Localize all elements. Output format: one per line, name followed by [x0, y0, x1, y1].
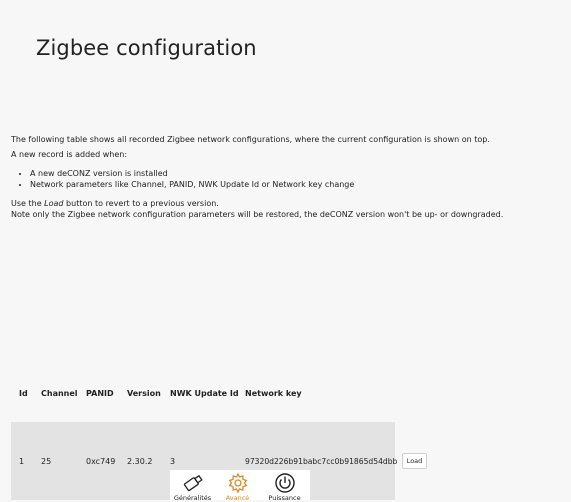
cell-version: 2.30.2: [127, 457, 153, 466]
load-button[interactable]: Load: [402, 453, 427, 469]
cell-nwk-update-id: 3: [170, 457, 176, 466]
header-nwk-update-id: NWK Update Id: [170, 389, 239, 398]
revert-load-emphasis: Load: [44, 199, 64, 208]
description-note: Note only the Zigbee network configurati…: [11, 210, 504, 219]
header-network-key: Network key: [245, 389, 302, 398]
bottom-tabbar: Généralités Avancé Puissance: [170, 470, 310, 502]
description: The following table shows all recorded Z…: [11, 134, 556, 220]
tab-generalites[interactable]: Généralités: [170, 470, 215, 502]
cell-channel: 25: [41, 457, 52, 466]
tab-label: Puissance: [268, 494, 301, 502]
list-item: A new deCONZ version is installed: [30, 168, 556, 179]
cell-id: 1: [19, 457, 25, 466]
list-item: Network parameters like Channel, PANID, …: [30, 179, 556, 190]
page-title: Zigbee configuration: [36, 36, 257, 60]
header-channel: Channel: [41, 389, 78, 398]
tab-puissance[interactable]: Puissance: [262, 470, 307, 502]
description-revert: Use the Load button to revert to a previ…: [11, 198, 556, 209]
usb-stick-icon: [183, 474, 203, 492]
cell-network-key: 97320d226b91babc7cc0b91865d54dbb: [245, 457, 398, 466]
tab-avance[interactable]: Avancé: [215, 470, 260, 502]
gear-icon: [228, 472, 247, 494]
revert-suffix: button to revert to a previous version.: [63, 199, 219, 208]
description-bullets: A new deCONZ version is installed Networ…: [11, 168, 556, 190]
header-id: Id: [19, 389, 28, 398]
description-intro: The following table shows all recorded Z…: [11, 135, 490, 144]
tab-label: Généralités: [173, 494, 212, 502]
header-panid: PANID: [86, 389, 114, 398]
power-icon: [274, 473, 295, 493]
header-version: Version: [127, 389, 161, 398]
tab-label: Avancé: [225, 494, 250, 502]
revert-prefix: Use the: [11, 199, 45, 208]
cell-panid: 0xc749: [86, 457, 116, 466]
description-new-record: A new record is added when:: [11, 150, 128, 159]
